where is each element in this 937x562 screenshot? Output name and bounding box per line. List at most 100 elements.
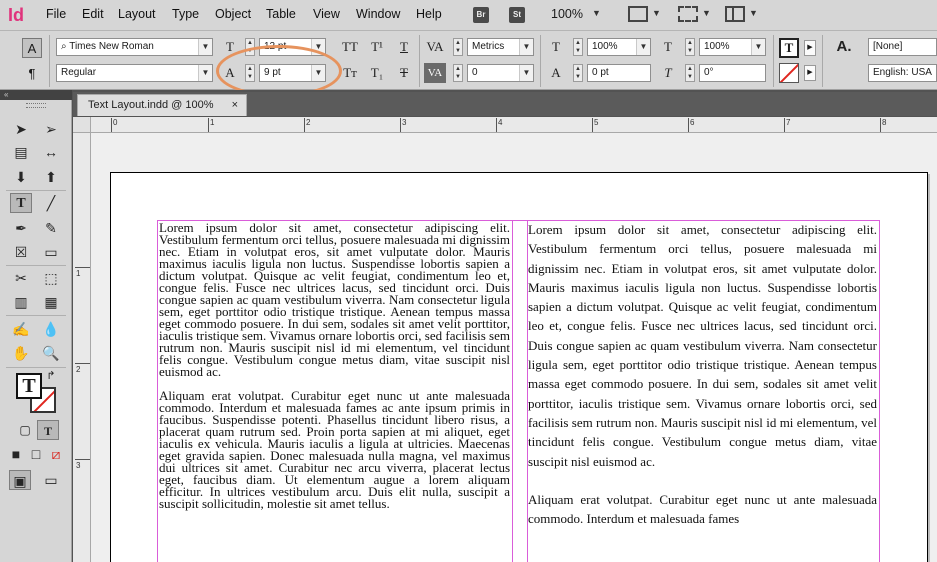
kerning-field[interactable]: Metrics ▼ [467, 38, 534, 56]
rectangle-tool-icon[interactable]: ▭ [40, 242, 62, 262]
stroke-menu-icon[interactable]: ▶ [804, 65, 816, 81]
gradient-feather-tool-icon[interactable]: ▦ [40, 292, 62, 312]
character-style-field[interactable]: [None] [868, 38, 937, 56]
tracking-stepper[interactable]: ▲ ▼ [453, 64, 463, 82]
fill-menu-icon[interactable]: ▶ [804, 40, 816, 56]
swap-fill-stroke-icon[interactable]: ↱ [44, 366, 58, 386]
paragraph-mode-button[interactable]: ¶ [22, 64, 42, 84]
formatting-affects-text-icon[interactable]: T [37, 420, 59, 440]
superscript-button[interactable]: T¹ [366, 37, 388, 57]
chevron-down-icon[interactable]: ▼ [751, 39, 765, 55]
font-family-field[interactable]: ⌕ Times New Roman ▼ [56, 38, 213, 56]
eyedropper-tool-icon[interactable]: 💧 [40, 319, 62, 339]
scissors-tool-icon[interactable]: ✂ [10, 268, 32, 288]
ruler-origin[interactable] [73, 117, 91, 133]
zoom-dropdown-icon[interactable]: ▼ [592, 8, 601, 18]
ruler-tick [496, 118, 497, 132]
menu-view[interactable]: View [313, 7, 340, 21]
formatting-affects-container-icon[interactable]: ▢ [14, 420, 36, 440]
horizontal-scale-field[interactable]: 100% ▼ [699, 38, 766, 56]
apply-color-icon[interactable]: ■ [5, 444, 27, 464]
chevron-down-icon[interactable]: ▼ [198, 39, 212, 55]
vertical-scale-field[interactable]: 100% ▼ [587, 38, 651, 56]
hand-tool-icon[interactable]: ✋ [10, 343, 32, 363]
tracking-field[interactable]: 0 ▼ [467, 64, 534, 82]
bridge-button[interactable]: Br [473, 7, 489, 23]
vertical-scale-stepper[interactable]: ▲ ▼ [573, 38, 583, 56]
gradient-swatch-tool-icon[interactable]: ▥ [10, 292, 32, 312]
text-frame-right[interactable]: Lorem ipsum dolor sit amet, consectetur … [528, 220, 877, 562]
content-collector-icon[interactable]: ⬇ [10, 167, 32, 187]
type-tool-icon[interactable]: T [10, 193, 32, 213]
rectangle-frame-tool-icon[interactable]: ☒ [10, 242, 32, 262]
arrange-dropdown-icon[interactable]: ▼ [749, 8, 758, 18]
chevron-down-icon[interactable]: ▼ [636, 39, 650, 55]
menu-window[interactable]: Window [356, 7, 400, 21]
chevron-down-icon[interactable]: ▼ [519, 39, 533, 55]
vertical-ruler[interactable]: 1 2 3 [73, 133, 91, 562]
note-tool-icon[interactable]: ✍ [10, 319, 32, 339]
ruler-label: 4 [498, 118, 503, 127]
font-style-field[interactable]: Regular ▼ [56, 64, 213, 82]
small-caps-button[interactable]: Tт [339, 63, 361, 83]
menu-table[interactable]: Table [266, 7, 296, 21]
menu-type[interactable]: Type [172, 7, 199, 21]
gap-tool-icon[interactable]: ↔ [40, 142, 62, 162]
character-mode-button[interactable]: A [22, 38, 42, 58]
divider [773, 35, 774, 87]
tab-text-layout[interactable]: Text Layout.indd @ 100% × [77, 94, 247, 116]
skew-stepper[interactable]: ▲ ▼ [685, 64, 695, 82]
page-tool-icon[interactable]: ▤ [10, 142, 32, 162]
view-options-dropdown-icon[interactable]: ▼ [652, 8, 661, 18]
stock-button[interactable]: St [509, 7, 525, 23]
kerning-stepper[interactable]: ▲ ▼ [453, 38, 463, 56]
menu-help[interactable]: Help [416, 7, 442, 21]
ruler-tick [400, 118, 401, 132]
selection-tool-icon[interactable]: ➤ [10, 119, 32, 139]
chevron-down-icon[interactable]: ▼ [519, 65, 533, 81]
horizontal-scale-value: 100% [704, 41, 730, 52]
close-icon[interactable]: × [232, 95, 238, 115]
baseline-shift-stepper[interactable]: ▲ ▼ [573, 64, 583, 82]
arrange-documents-icon[interactable] [725, 6, 745, 22]
zoom-tool-icon[interactable]: 🔍 [40, 343, 62, 363]
screen-mode-dropdown-icon[interactable]: ▼ [702, 8, 711, 18]
horizontal-ruler[interactable]: 0 1 2 3 4 5 6 7 8 [91, 117, 937, 133]
chevron-down-icon[interactable]: ▼ [198, 65, 212, 81]
pencil-tool-icon[interactable]: ✎ [40, 218, 62, 238]
skew-icon: T [664, 65, 672, 80]
zoom-level[interactable]: 100% [551, 7, 583, 21]
horizontal-scale-stepper[interactable]: ▲ ▼ [685, 38, 695, 56]
apply-gradient-icon[interactable]: □ [25, 444, 47, 464]
all-caps-button[interactable]: TT [339, 37, 361, 57]
language-field[interactable]: English: USA [868, 64, 937, 82]
fill-swatch[interactable]: T [16, 373, 42, 399]
apply-none-icon[interactable]: ⧄ [45, 444, 67, 464]
subscript-button[interactable]: T₁ [366, 63, 388, 83]
underline-button[interactable]: T [393, 37, 415, 57]
menu-file[interactable]: File [46, 7, 66, 21]
skew-field[interactable]: 0° [699, 64, 766, 82]
content-placer-icon[interactable]: ⬆ [40, 167, 62, 187]
line-tool-icon[interactable]: ╱ [40, 193, 62, 213]
screen-mode-icon[interactable] [678, 6, 698, 22]
panel-collapse-icon[interactable]: « [0, 90, 72, 100]
tracking-value: 0 [472, 67, 478, 78]
pen-tool-icon[interactable]: ✒ [10, 218, 32, 238]
direct-selection-tool-icon[interactable]: ➢ [40, 119, 62, 139]
view-options-icon[interactable] [628, 6, 648, 22]
screen-mode-icon[interactable]: ▭ [40, 470, 62, 490]
normal-view-mode-icon[interactable]: ▣ [9, 470, 31, 490]
text-fill-swatch[interactable]: T [779, 38, 799, 58]
text-frame-left[interactable]: Lorem ipsum dolor sit amet, consectetur … [159, 222, 510, 562]
menu-layout[interactable]: Layout [118, 7, 156, 21]
baseline-shift-field[interactable]: 0 pt [587, 64, 651, 82]
free-transform-tool-icon[interactable]: ⬚ [40, 268, 62, 288]
panel-drag-handle[interactable] [26, 103, 46, 108]
text-stroke-swatch[interactable] [779, 63, 799, 83]
divider [822, 35, 823, 87]
skew-value: 0° [704, 67, 714, 78]
menu-edit[interactable]: Edit [82, 7, 104, 21]
strikethrough-button[interactable]: T [393, 63, 415, 83]
menu-object[interactable]: Object [215, 7, 251, 21]
